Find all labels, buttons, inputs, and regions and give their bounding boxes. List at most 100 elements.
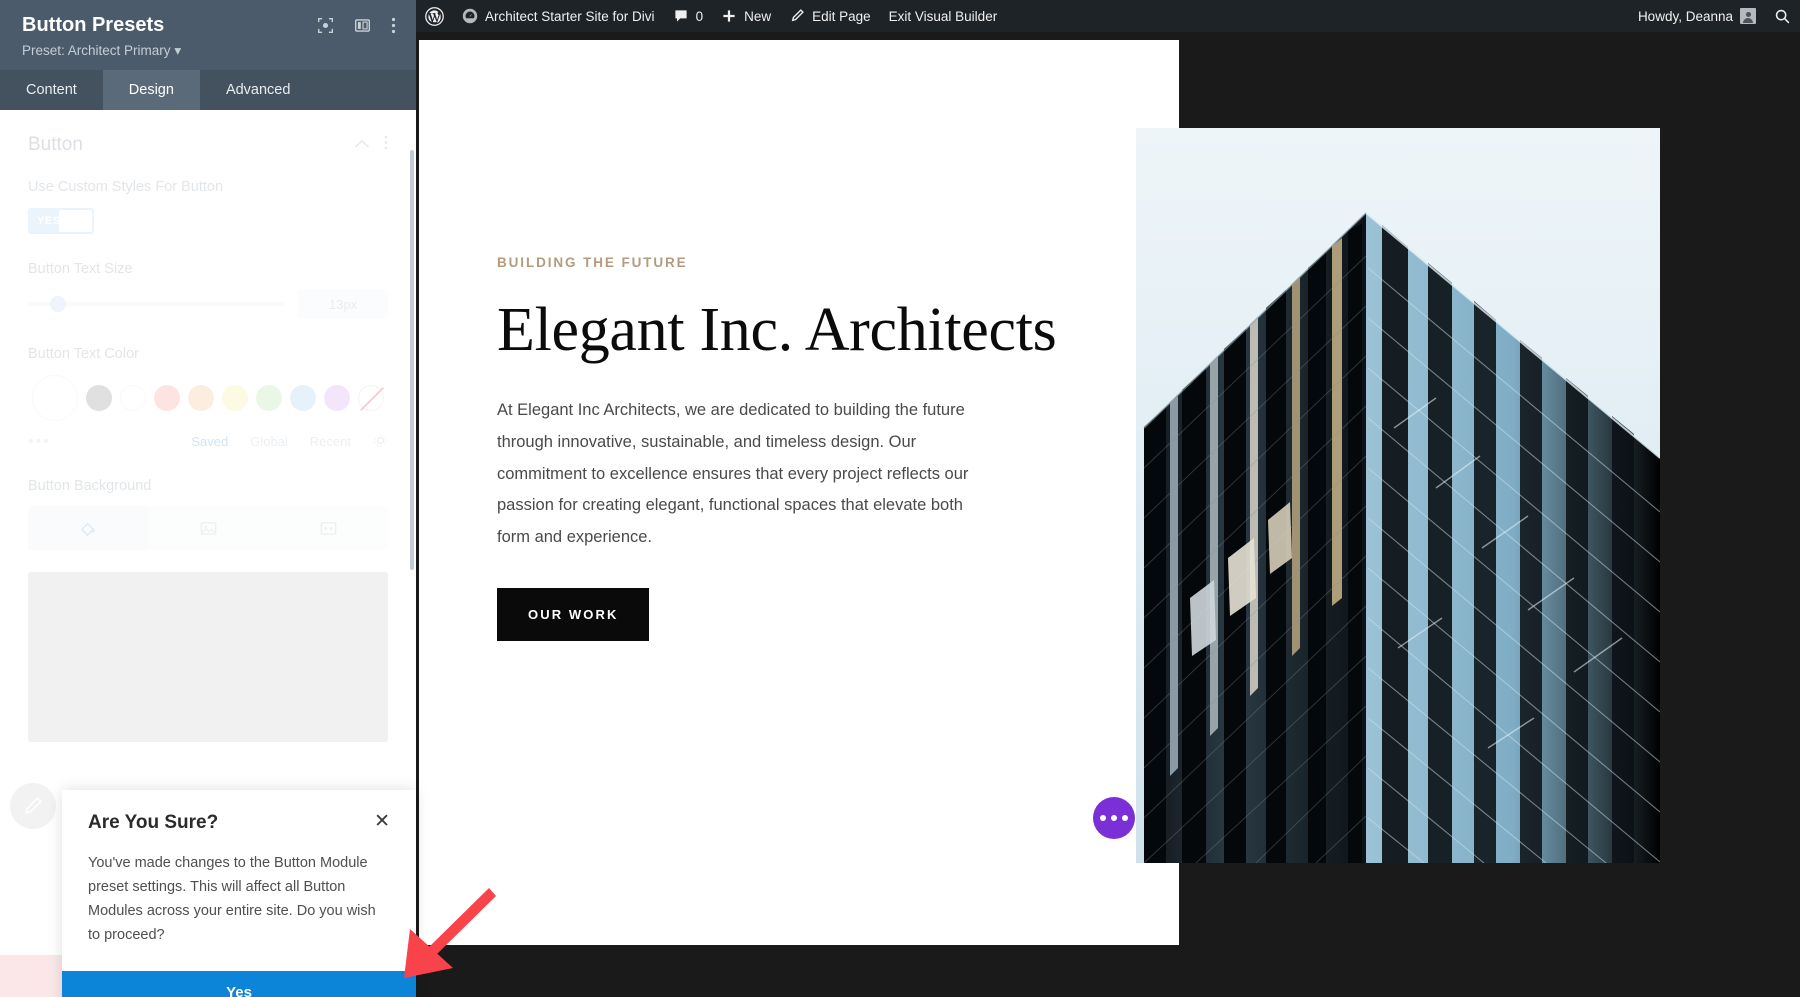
glass-skyscraper-photo: [1136, 128, 1660, 863]
visual-builder-canvas: BUILDING THE FUTURE Elegant Inc. Archite…: [416, 32, 1800, 997]
color-tab-global[interactable]: Global: [250, 434, 288, 449]
field-label: Use Custom Styles For Button: [28, 178, 388, 198]
custom-styles-toggle[interactable]: YES: [28, 208, 94, 234]
focus-target-icon[interactable]: [317, 17, 334, 39]
color-swatch-row: [28, 375, 388, 421]
color-swatch[interactable]: [290, 385, 316, 411]
panel-tabs: Content Design Advanced: [0, 70, 416, 110]
field-label: Button Text Size: [28, 260, 388, 280]
color-tab-recent[interactable]: Recent: [310, 434, 351, 449]
page-title: Button Presets: [22, 13, 181, 37]
color-swatch[interactable]: [86, 385, 112, 411]
background-color-preview[interactable]: [28, 572, 388, 742]
fab-dot: [1111, 815, 1117, 821]
color-source-tabs: ••• Saved Global Recent: [28, 433, 388, 451]
hero-title: Elegant Inc. Architects: [497, 296, 1057, 365]
color-swatch[interactable]: [154, 385, 180, 411]
text-size-slider[interactable]: [28, 302, 284, 306]
color-swatch-current[interactable]: [32, 375, 78, 421]
toggle-knob: [59, 210, 92, 232]
plus-icon: [721, 8, 737, 24]
my-account-menu[interactable]: Howdy, Deanna: [1629, 0, 1765, 32]
panel-header-titles: Button Presets Preset: Architect Primary…: [22, 13, 181, 59]
text-size-control: 13px: [28, 289, 388, 319]
color-swatch[interactable]: [120, 385, 146, 411]
paint-bucket-icon[interactable]: [28, 506, 148, 550]
site-name-label: Architect Starter Site for Divi: [485, 9, 655, 24]
caret-down-icon: ▾: [174, 43, 181, 58]
confirm-modal-title: Are You Sure?: [88, 812, 218, 834]
more-options-fab[interactable]: [1093, 797, 1135, 839]
close-icon[interactable]: ✕: [374, 812, 390, 831]
field-use-custom-styles: Use Custom Styles For Button YES: [28, 178, 388, 234]
color-swatch[interactable]: [188, 385, 214, 411]
site-name-menu[interactable]: Architect Starter Site for Divi: [453, 0, 664, 32]
comments-count: 0: [696, 9, 704, 24]
kebab-menu-icon[interactable]: [384, 135, 388, 155]
confirm-modal-body: Are You Sure? ✕ You've made changes to t…: [62, 790, 416, 971]
group-actions: [354, 135, 388, 155]
color-swatch[interactable]: [324, 385, 350, 411]
color-tab-saved[interactable]: Saved: [191, 434, 228, 449]
ellipsis-icon[interactable]: •••: [28, 433, 51, 451]
pencil-icon: [789, 8, 805, 24]
tab-design[interactable]: Design: [103, 70, 200, 110]
exit-visual-builder-link[interactable]: Exit Visual Builder: [880, 0, 1007, 32]
hero-text-block: BUILDING THE FUTURE Elegant Inc. Archite…: [497, 255, 1057, 641]
color-swatch[interactable]: [256, 385, 282, 411]
our-work-button[interactable]: OUR WORK: [497, 588, 649, 641]
image-icon[interactable]: [148, 506, 268, 550]
comments-link[interactable]: 0: [664, 0, 713, 32]
wordpress-logo-icon: [425, 7, 444, 26]
new-label: New: [744, 9, 771, 24]
hero-eyebrow: BUILDING THE FUTURE: [497, 255, 1057, 270]
panel-scrollbar[interactable]: [410, 150, 414, 570]
color-swatch[interactable]: [222, 385, 248, 411]
layout-columns-icon[interactable]: [354, 17, 371, 39]
slider-handle[interactable]: [50, 296, 66, 312]
button-settings-group-header[interactable]: Button: [28, 134, 388, 156]
confirm-yes-button[interactable]: Yes: [62, 971, 416, 997]
page-content-sheet: BUILDING THE FUTURE Elegant Inc. Archite…: [419, 40, 1179, 945]
user-avatar-icon: [1740, 8, 1756, 24]
field-button-background: Button Background: [28, 477, 388, 743]
confirm-modal: Are You Sure? ✕ You've made changes to t…: [62, 790, 416, 997]
group-title: Button: [28, 134, 83, 156]
tab-content[interactable]: Content: [0, 70, 103, 110]
admin-bar-search-button[interactable]: [1765, 0, 1800, 32]
admin-bar-left-group: Architect Starter Site for Divi 0 New Ed…: [416, 0, 1006, 32]
wordpress-logo-button[interactable]: [416, 0, 453, 32]
edit-page-label: Edit Page: [812, 9, 871, 24]
field-label: Button Background: [28, 477, 388, 497]
tab-advanced[interactable]: Advanced: [200, 70, 317, 110]
comment-bubble-icon: [673, 8, 689, 24]
gear-icon[interactable]: [373, 433, 388, 451]
no-color-icon[interactable]: [358, 385, 384, 411]
wp-admin-bar: Architect Starter Site for Divi 0 New Ed…: [416, 0, 1800, 32]
panel-header: Button Presets Preset: Architect Primary…: [0, 0, 416, 70]
hero-paragraph: At Elegant Inc Architects, we are dedica…: [497, 395, 997, 553]
dashboard-icon: [462, 8, 478, 24]
edit-page-link[interactable]: Edit Page: [780, 0, 880, 32]
text-size-value-input[interactable]: 13px: [298, 289, 388, 319]
new-content-menu[interactable]: New: [712, 0, 780, 32]
fab-dot: [1100, 815, 1106, 821]
field-label: Button Text Color: [28, 345, 388, 365]
preset-selector[interactable]: Preset: Architect Primary ▾: [22, 43, 181, 59]
field-button-text-size: Button Text Size 13px: [28, 260, 388, 320]
confirm-modal-message: You've made changes to the Button Module…: [88, 851, 390, 947]
pencil-icon[interactable]: [10, 783, 56, 829]
toggle-value: YES: [37, 215, 61, 227]
search-icon: [1774, 8, 1791, 25]
confirm-modal-header: Are You Sure? ✕: [88, 812, 390, 834]
field-button-text-color: Button Text Color ••• Saved Globa: [28, 345, 388, 451]
preset-label: Preset: Architect Primary: [22, 43, 171, 58]
background-type-tabs: [28, 506, 388, 550]
panel-header-actions: [317, 17, 396, 39]
kebab-menu-icon[interactable]: [391, 17, 396, 39]
chevron-up-icon[interactable]: [354, 136, 370, 154]
gradient-icon[interactable]: [268, 506, 388, 550]
howdy-label: Howdy, Deanna: [1638, 9, 1733, 24]
fab-dot: [1122, 815, 1128, 821]
admin-bar-right-group: Howdy, Deanna: [1629, 0, 1800, 32]
